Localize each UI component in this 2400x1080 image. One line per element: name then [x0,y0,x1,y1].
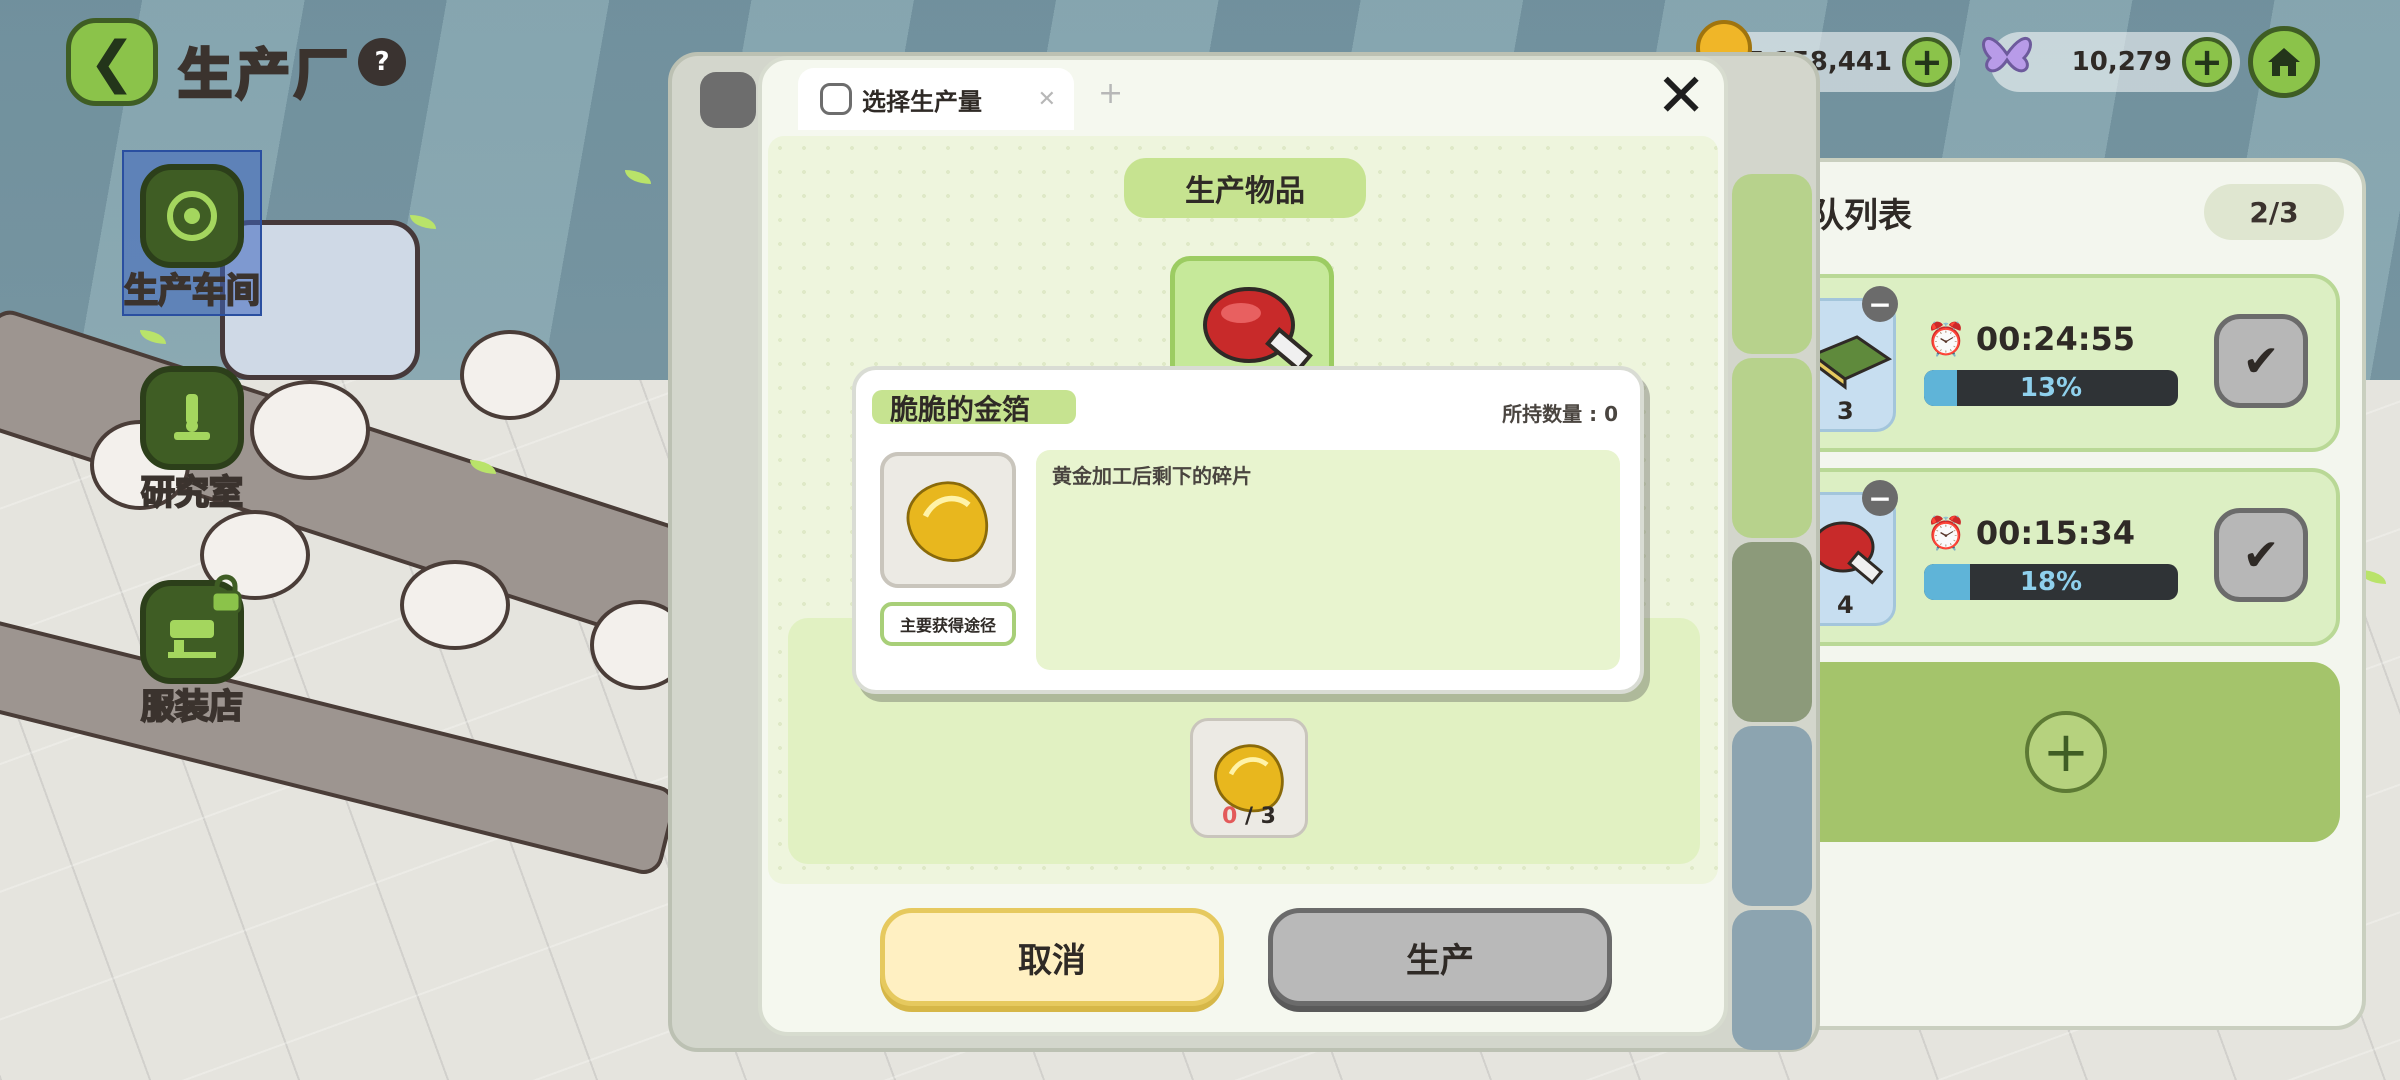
home-button[interactable] [2248,26,2320,98]
plus-icon: + [2025,711,2107,793]
back-button[interactable]: ❮ [66,18,158,106]
add-gem-button[interactable]: + [2182,37,2232,87]
add-tab-icon[interactable]: + [1098,76,1123,111]
material-slot[interactable]: 0 / 3 [1190,718,1308,838]
page-title: 生产厂 [177,42,352,108]
gem-amount: 10,279 [2071,47,2172,77]
queue-count-badge: 2/3 [2204,184,2344,240]
section-title-product: 生产物品 [1124,158,1366,218]
robot-tab-icon [700,72,756,128]
queue-item-progress-bar: 13% [1924,370,2178,406]
progress-percent: 13% [2019,373,2083,403]
red-spool-icon [1203,287,1313,373]
item-name: 脆脆的金箔 [890,393,1031,426]
production-queue-panel: 队列表 2/3 3 − ⏰ 00:24:55 13% ✔ 4 − ⏰ 00:15… [1760,158,2366,1030]
sack [400,560,510,650]
item-icon-frame [880,452,1016,588]
remove-queue-item-button[interactable]: − [1862,286,1898,322]
queue-title: 队列表 [1810,196,1912,236]
alarm-clock-icon: ⏰ [1926,320,1966,358]
butterfly-gem-icon [1976,24,2038,80]
nav-label-laboratory: 研究室 [140,473,244,513]
queue-item-time: 00:15:34 [1975,514,2136,552]
nav-laboratory[interactable]: 研究室 [122,366,262,513]
cat-sack [250,380,370,480]
nav-label-clothing-store: 服装店 [140,687,244,727]
microscope-icon [140,366,244,470]
item-info-tooltip: 脆脆的金箔 所持数量 : 0 主要获得途径 黄金加工后剩下的碎片 [852,366,1644,694]
material-need: 3 [1260,804,1276,829]
nav-production-workshop[interactable]: 生产车间 [122,150,262,316]
modal-tab-bar: 选择生产量 ✕ + [762,60,1724,130]
behind-list-item [1732,910,1812,1050]
alarm-clock-icon: ⏰ [1926,514,1966,552]
remove-queue-item-button[interactable]: − [1862,480,1898,516]
close-modal-button[interactable]: ✕ [1656,66,1706,126]
complete-item-button[interactable]: ✔ [2214,508,2308,602]
tab-select-quantity[interactable]: 选择生产量 ✕ [798,68,1074,130]
progress-percent: 18% [2019,567,2083,597]
item-description: 黄金加工后剩下的碎片 [1036,450,1620,670]
product-item-slot[interactable] [1170,256,1334,376]
queue-item-timer: ⏰ 00:15:34 [1926,514,2135,552]
produce-button[interactable]: 生产 [1268,908,1612,1006]
behind-list-item [1732,726,1812,906]
queue-item-timer: ⏰ 00:24:55 [1926,320,2135,358]
nav-label-workshop: 生产车间 [123,271,261,311]
queue-item-time: 00:24:55 [1975,320,2136,358]
tab-label: 选择生产量 [862,87,982,116]
robot-icon [820,83,852,115]
queue-item: 3 − ⏰ 00:24:55 13% ✔ [1792,274,2340,452]
material-count: 0 / 3 [1222,804,1276,829]
add-queue-slot-button[interactable]: + [1792,662,2340,842]
nav-clothing-store[interactable]: 服装店 [122,574,262,727]
help-button[interactable]: ? [358,38,406,86]
queue-item-progress-bar: 18% [1924,564,2178,600]
lock-icon [208,574,244,614]
behind-list-item [1732,174,1812,354]
material-have: 0 [1222,804,1238,829]
cancel-button[interactable]: 取消 [880,908,1224,1006]
queue-item-quantity: 3 [1837,397,1854,425]
home-icon [2268,48,2300,76]
queue-item-quantity: 4 [1837,591,1854,619]
add-gold-button[interactable]: + [1902,37,1952,87]
checkmark-icon: ✔ [2242,529,2280,581]
sack [460,330,560,420]
behind-list-item [1732,542,1812,722]
chevron-left-icon: ❮ [88,29,136,95]
close-icon: ✕ [1656,61,1707,131]
close-tab-icon[interactable]: ✕ [1038,87,1056,112]
checkmark-icon: ✔ [2242,335,2280,387]
queue-item: 4 − ⏰ 00:15:34 18% ✔ [1792,468,2340,646]
acquisition-source-button[interactable]: 主要获得途径 [880,602,1016,646]
gold-leaf-icon [906,481,988,562]
complete-item-button[interactable]: ✔ [2214,314,2308,408]
workshop-icon [140,164,244,268]
held-quantity: 所持数量 : 0 [1502,402,1618,426]
behind-list-item [1732,358,1812,538]
